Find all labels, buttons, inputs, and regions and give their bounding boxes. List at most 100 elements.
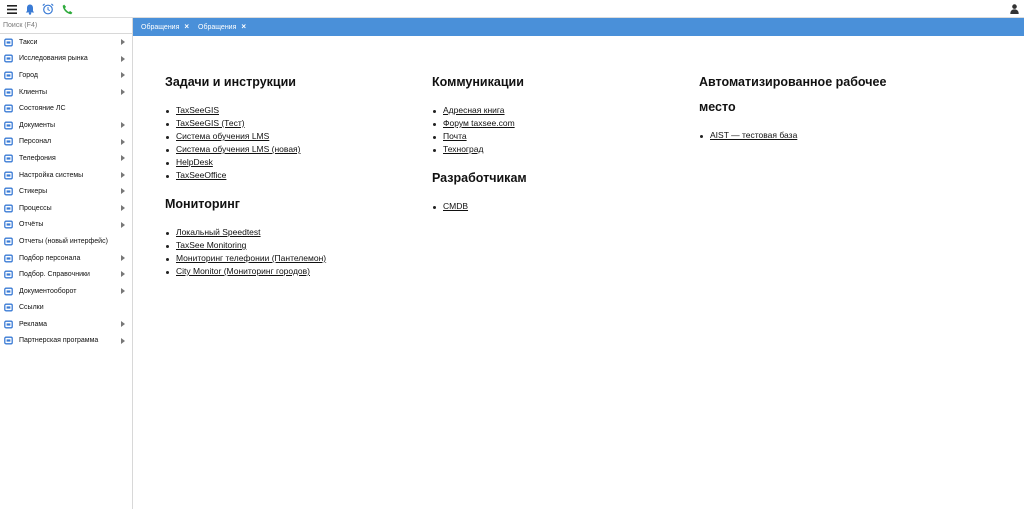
link[interactable]: Система обучения LMS (новая) (176, 144, 301, 154)
bell-icon[interactable] (23, 2, 37, 16)
link[interactable]: AIST — тестовая база (710, 130, 797, 140)
link-list-communications: Адресная книга Форум taxsee.com Почта Техно… (432, 104, 527, 156)
link[interactable]: City Monitor (Мониторинг городов) (176, 266, 310, 276)
sidebar-item[interactable]: Персонал (0, 134, 132, 151)
tab-label: Обращения (198, 23, 237, 31)
tab-requests-1[interactable]: Обращения × (141, 18, 189, 36)
chevron-right-icon (121, 55, 125, 62)
sidebar-item[interactable]: Процессы (0, 200, 132, 217)
close-icon[interactable]: × (241, 23, 246, 31)
list-item: Форум taxsee.com (432, 117, 527, 130)
chevron-right-icon (121, 188, 125, 195)
user-icon[interactable] (1007, 2, 1021, 16)
external-link-icon (4, 303, 13, 312)
reports-new-icon (4, 237, 13, 246)
main-content: Задачи и инструкции TaxSeeGIS TaxSeeGIS (… (133, 36, 1024, 509)
link[interactable]: Почта (443, 131, 467, 141)
link[interactable]: TaxSee Monitoring (176, 240, 246, 250)
chevron-right-icon (121, 72, 125, 79)
chevron-right-icon (121, 254, 125, 261)
sidebar-item-label: Ссылки (19, 304, 44, 312)
sidebar-item[interactable]: Партнерская программа (0, 333, 132, 350)
sidebar-item[interactable]: Клиенты (0, 84, 132, 101)
sidebar-item-label: Исследования рынка (19, 55, 88, 63)
top-toolbar (0, 0, 1024, 18)
link[interactable]: Система обучения LMS (176, 131, 269, 141)
sidebar-item[interactable]: Такси (0, 34, 132, 51)
sidebar-item[interactable]: Настройка системы (0, 167, 132, 184)
column-middle: Коммуникации Адресная книга Форум taxsee.… (432, 70, 527, 223)
link-list-developers: CMDB (432, 200, 527, 213)
list-item: Техноград (432, 143, 527, 156)
clients-icon (4, 88, 13, 97)
sidebar-item-label: Город (19, 71, 38, 79)
sidebar-item-label: Состояние ЛС (19, 105, 66, 113)
document-icon (4, 104, 13, 113)
link[interactable]: CMDB (443, 201, 468, 211)
list-item: TaxSeeGIS (165, 104, 326, 117)
link[interactable]: Форум taxsee.com (443, 118, 515, 128)
close-icon[interactable]: × (184, 23, 189, 31)
list-item: TaxSee Monitoring (165, 239, 326, 252)
phone-icon (4, 154, 13, 163)
chevron-right-icon (121, 271, 125, 278)
column-left: Задачи и инструкции TaxSeeGIS TaxSeeGIS (… (165, 70, 326, 288)
sidebar-item-label: Отчеты (новый интерфейс) (19, 237, 108, 245)
sidebar-nav: Такси Исследования рынка Город Клиенты Состо… (0, 34, 132, 349)
sidebar-item[interactable]: Телефония (0, 150, 132, 167)
sidebar-item[interactable]: Стикеры (0, 183, 132, 200)
sidebar-item[interactable]: Город (0, 67, 132, 84)
sidebar-item-label: Процессы (19, 204, 52, 212)
chevron-right-icon (121, 121, 125, 128)
directory-icon (4, 270, 13, 279)
link-list-monitoring: Локальный Speedtest TaxSee Monitoring Мони… (165, 226, 326, 278)
tab-requests-2[interactable]: Обращения × (198, 18, 246, 36)
sidebar-item[interactable]: Реклама (0, 316, 132, 333)
link[interactable]: HelpDesk (176, 157, 213, 167)
staff-icon (4, 137, 13, 146)
link[interactable]: TaxSeeGIS (176, 105, 219, 115)
link-list-tasks: TaxSeeGIS TaxSeeGIS (Тест) Система обучени… (165, 104, 326, 182)
docflow-icon (4, 287, 13, 296)
sidebar-item[interactable]: Подбор персонала (0, 250, 132, 267)
link[interactable]: Мониторинг телефонии (Пантелемон) (176, 253, 326, 263)
car-icon (4, 38, 13, 47)
sidebar-item-label: Подбор персонала (19, 254, 81, 262)
alarm-clock-icon[interactable] (41, 2, 55, 16)
tab-bar: Обращения × Обращения × (133, 18, 1024, 36)
sidebar-item-label: Партнерская программа (19, 337, 99, 345)
sidebar-item[interactable]: Документооборот (0, 283, 132, 300)
link[interactable]: Адресная книга (443, 105, 505, 115)
documents-icon (4, 121, 13, 130)
link[interactable]: TaxSeeOffice (176, 170, 226, 180)
chevron-right-icon (121, 221, 125, 228)
section-title-arm-line2: место (699, 100, 736, 114)
sidebar-item[interactable]: Отчёты (0, 217, 132, 234)
sidebar-item[interactable]: Подбор. Справочники (0, 266, 132, 283)
link[interactable]: TaxSeeGIS (Тест) (176, 118, 245, 128)
list-item: Локальный Speedtest (165, 226, 326, 239)
link[interactable]: Локальный Speedtest (176, 227, 261, 237)
megaphone-icon (4, 320, 13, 329)
search-input[interactable] (0, 18, 132, 34)
list-item: AIST — тестовая база (699, 129, 886, 142)
list-item: Почта (432, 130, 527, 143)
sidebar-item[interactable]: Исследования рынка (0, 51, 132, 68)
sidebar-item[interactable]: Отчеты (новый интерфейс) (0, 233, 132, 250)
sidebar-item-label: Персонал (19, 138, 52, 146)
phone-icon[interactable] (60, 2, 74, 16)
sidebar-item[interactable]: Ссылки (0, 300, 132, 317)
section-title-monitoring: Мониторинг (165, 197, 240, 211)
menu-icon[interactable] (5, 2, 19, 16)
process-icon (4, 204, 13, 213)
chevron-right-icon (121, 39, 125, 45)
section-title-arm-line1: Автоматизированное рабочее (699, 75, 887, 89)
sidebar-item[interactable]: Документы (0, 117, 132, 134)
sidebar-item[interactable]: Состояние ЛС (0, 100, 132, 117)
list-item: Мониторинг телефонии (Пантелемон) (165, 252, 326, 265)
list-item: Система обучения LMS (новая) (165, 143, 326, 156)
sidebar-item-label: Реклама (19, 320, 48, 328)
link[interactable]: Техноград (443, 144, 483, 154)
sidebar-item-label: Документы (19, 121, 56, 129)
list-item: TaxSeeOffice (165, 169, 326, 182)
